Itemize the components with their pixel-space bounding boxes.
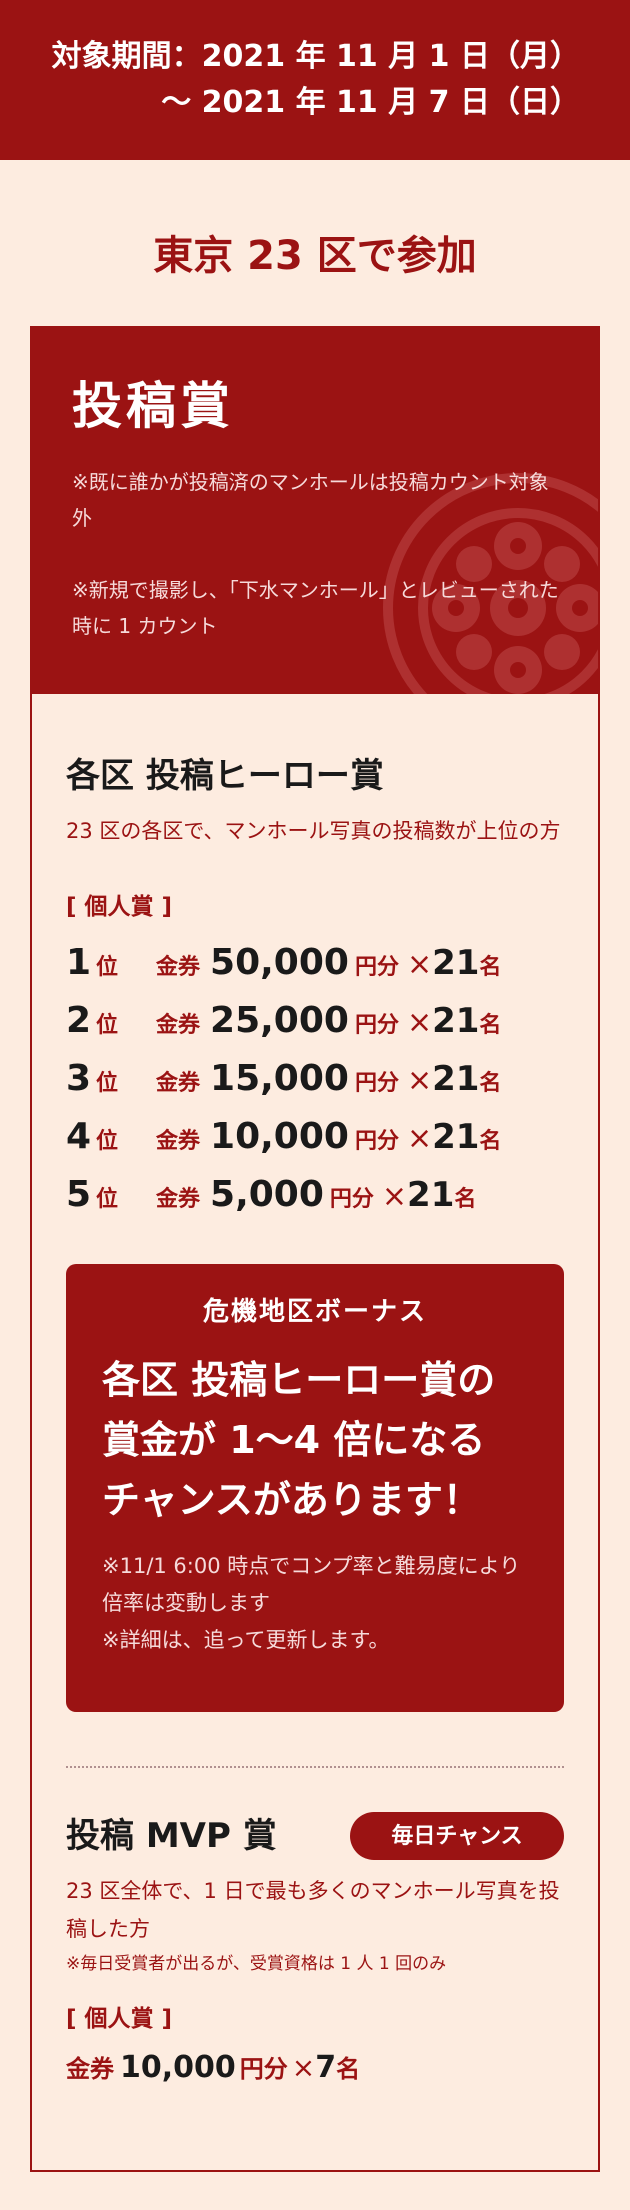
rank-suffix: 位	[96, 1013, 119, 1038]
rank-suffix: 位	[96, 1129, 119, 1154]
times-sign: ×	[381, 1179, 408, 1214]
card-note: ※既に誰かが投稿済のマンホールは投稿カウント対象外	[72, 470, 549, 530]
voucher-label: 金券	[66, 2055, 114, 2083]
prize-amount: 25,000	[210, 1000, 349, 1041]
winner-unit: 名	[479, 1071, 502, 1096]
region-title: 東京 23 区で参加	[153, 233, 477, 279]
daily-chance-badge: 毎日チャンス	[350, 1812, 564, 1860]
rank-suffix: 位	[96, 1187, 119, 1212]
rank-suffix: 位	[96, 955, 119, 980]
prize-unit: 円分	[354, 1013, 399, 1038]
mvp-title: 投稿 MVP 賞	[66, 1816, 277, 1856]
card-title: 投稿賞	[72, 376, 234, 435]
rank-row: 3 位 金券 15,000 円分 × 21 名	[66, 1050, 564, 1108]
rank-row: 4 位 金券 10,000 円分 × 21 名	[66, 1108, 564, 1166]
times-sign: ×	[291, 2051, 316, 2084]
voucher-label: 金券	[156, 1013, 201, 1038]
winner-count: 21	[432, 1117, 480, 1157]
prize-amount: 10,000	[120, 2050, 236, 2085]
prize-unit: 円分	[354, 1071, 399, 1096]
voucher-label: 金券	[156, 1071, 201, 1096]
winner-unit: 名	[479, 1013, 502, 1038]
bonus-note: ※詳細は、追って更新します。	[102, 1628, 390, 1652]
winner-unit: 名	[336, 2055, 361, 2083]
bonus-message: 各区 投稿ヒーロー賞の 賞金が 1〜4 倍になる チャンスがあります！	[102, 1350, 528, 1530]
prize-unit: 円分	[354, 1129, 399, 1154]
campaign-period: 対象期間：2021 年 11 月 1 日（月） 〜 2021 年 11 月 7 …	[0, 0, 630, 160]
rank-number: 4	[66, 1116, 92, 1157]
mvp-prize: 金券 10,000 円分 × 7 名	[66, 2044, 564, 2092]
mvp-prize-type: [ 個人賞 ]	[66, 2006, 173, 2032]
bonus-box: 危機地区ボーナス 各区 投稿ヒーロー賞の 賞金が 1〜4 倍になる チャンスがあ…	[66, 1264, 564, 1712]
prize-amount: 15,000	[210, 1058, 349, 1099]
winner-count: 21	[407, 1175, 455, 1215]
prize-unit: 円分	[239, 2055, 288, 2083]
bonus-notes: ※11/1 6:00 時点でコンプ率と難易度により倍率は変動します ※詳細は、追…	[102, 1548, 528, 1659]
mvp-note: ※毎日受賞者が出るが、受賞資格は 1 人 1 回のみ	[66, 1954, 447, 1974]
rank-suffix: 位	[96, 1071, 119, 1096]
mvp-section: 投稿 MVP 賞 毎日チャンス 23 区全体で、1 日で最も多くのマンホール写真…	[32, 1812, 598, 2092]
bonus-title: 危機地区ボーナス	[202, 1297, 427, 1327]
times-sign: ×	[406, 1005, 433, 1040]
hero-section: 各区 投稿ヒーロー賞 23 区の各区で、マンホール写真の投稿数が上位の方 [ 個…	[32, 754, 598, 1224]
voucher-label: 金券	[156, 955, 201, 980]
rank-number: 2	[66, 1000, 92, 1041]
rank-number: 3	[66, 1058, 92, 1099]
mvp-header: 投稿 MVP 賞 毎日チャンス	[66, 1812, 564, 1860]
card-note: ※新規で撮影し、「下水マンホール」とレビューされた時に 1 カウント	[72, 578, 559, 638]
bonus-note: ※11/1 6:00 時点でコンプ率と難易度により倍率は変動します	[102, 1554, 521, 1615]
winner-count: 21	[432, 943, 480, 983]
times-sign: ×	[406, 1121, 433, 1156]
mvp-description: 23 区全体で、1 日で最も多くのマンホール写真を投稿した方	[66, 1879, 560, 1941]
rank-number: 5	[66, 1174, 92, 1215]
rank-list: 1 位 金券 50,000 円分 × 21 名 2 位 金券 25,000 円分…	[66, 934, 564, 1224]
winner-unit: 名	[479, 1129, 502, 1154]
winner-unit: 名	[479, 955, 502, 980]
rank-row: 2 位 金券 25,000 円分 × 21 名	[66, 992, 564, 1050]
card-header: 投稿賞 ※既に誰かが投稿済のマンホールは投稿カウント対象外 ※新規で撮影し、「下…	[32, 328, 598, 694]
rank-row: 1 位 金券 50,000 円分 × 21 名	[66, 934, 564, 992]
winner-unit: 名	[454, 1187, 477, 1212]
prize-amount: 10,000	[210, 1116, 349, 1157]
prize-card: 投稿賞 ※既に誰かが投稿済のマンホールは投稿カウント対象外 ※新規で撮影し、「下…	[30, 326, 600, 2172]
period-start: 対象期間：2021 年 11 月 1 日（月）	[51, 39, 580, 74]
voucher-label: 金券	[156, 1187, 201, 1212]
rank-row: 5 位 金券 5,000 円分 × 21 名	[66, 1166, 564, 1224]
times-sign: ×	[406, 1063, 433, 1098]
prize-amount: 5,000	[210, 1174, 324, 1215]
period-end: 〜 2021 年 11 月 7 日（日）	[161, 85, 580, 120]
voucher-label: 金券	[156, 1129, 201, 1154]
prize-amount: 50,000	[210, 942, 349, 983]
bonus-message-line: 賞金が 1〜4 倍になる	[102, 1418, 486, 1462]
winner-count: 21	[432, 1001, 480, 1041]
dotted-divider	[66, 1766, 564, 1768]
hero-description: 23 区の各区で、マンホール写真の投稿数が上位の方	[66, 819, 561, 843]
prize-unit: 円分	[329, 1187, 374, 1212]
winner-count: 21	[432, 1059, 480, 1099]
bonus-message-line: 各区 投稿ヒーロー賞の	[102, 1358, 496, 1402]
hero-prize-type: [ 個人賞 ]	[66, 894, 173, 920]
bonus-message-line: チャンスがあります！	[102, 1478, 481, 1522]
winner-count: 7	[315, 2050, 337, 2085]
hero-title: 各区 投稿ヒーロー賞	[66, 756, 384, 796]
prize-unit: 円分	[354, 955, 399, 980]
rank-number: 1	[66, 942, 92, 983]
times-sign: ×	[406, 947, 433, 982]
